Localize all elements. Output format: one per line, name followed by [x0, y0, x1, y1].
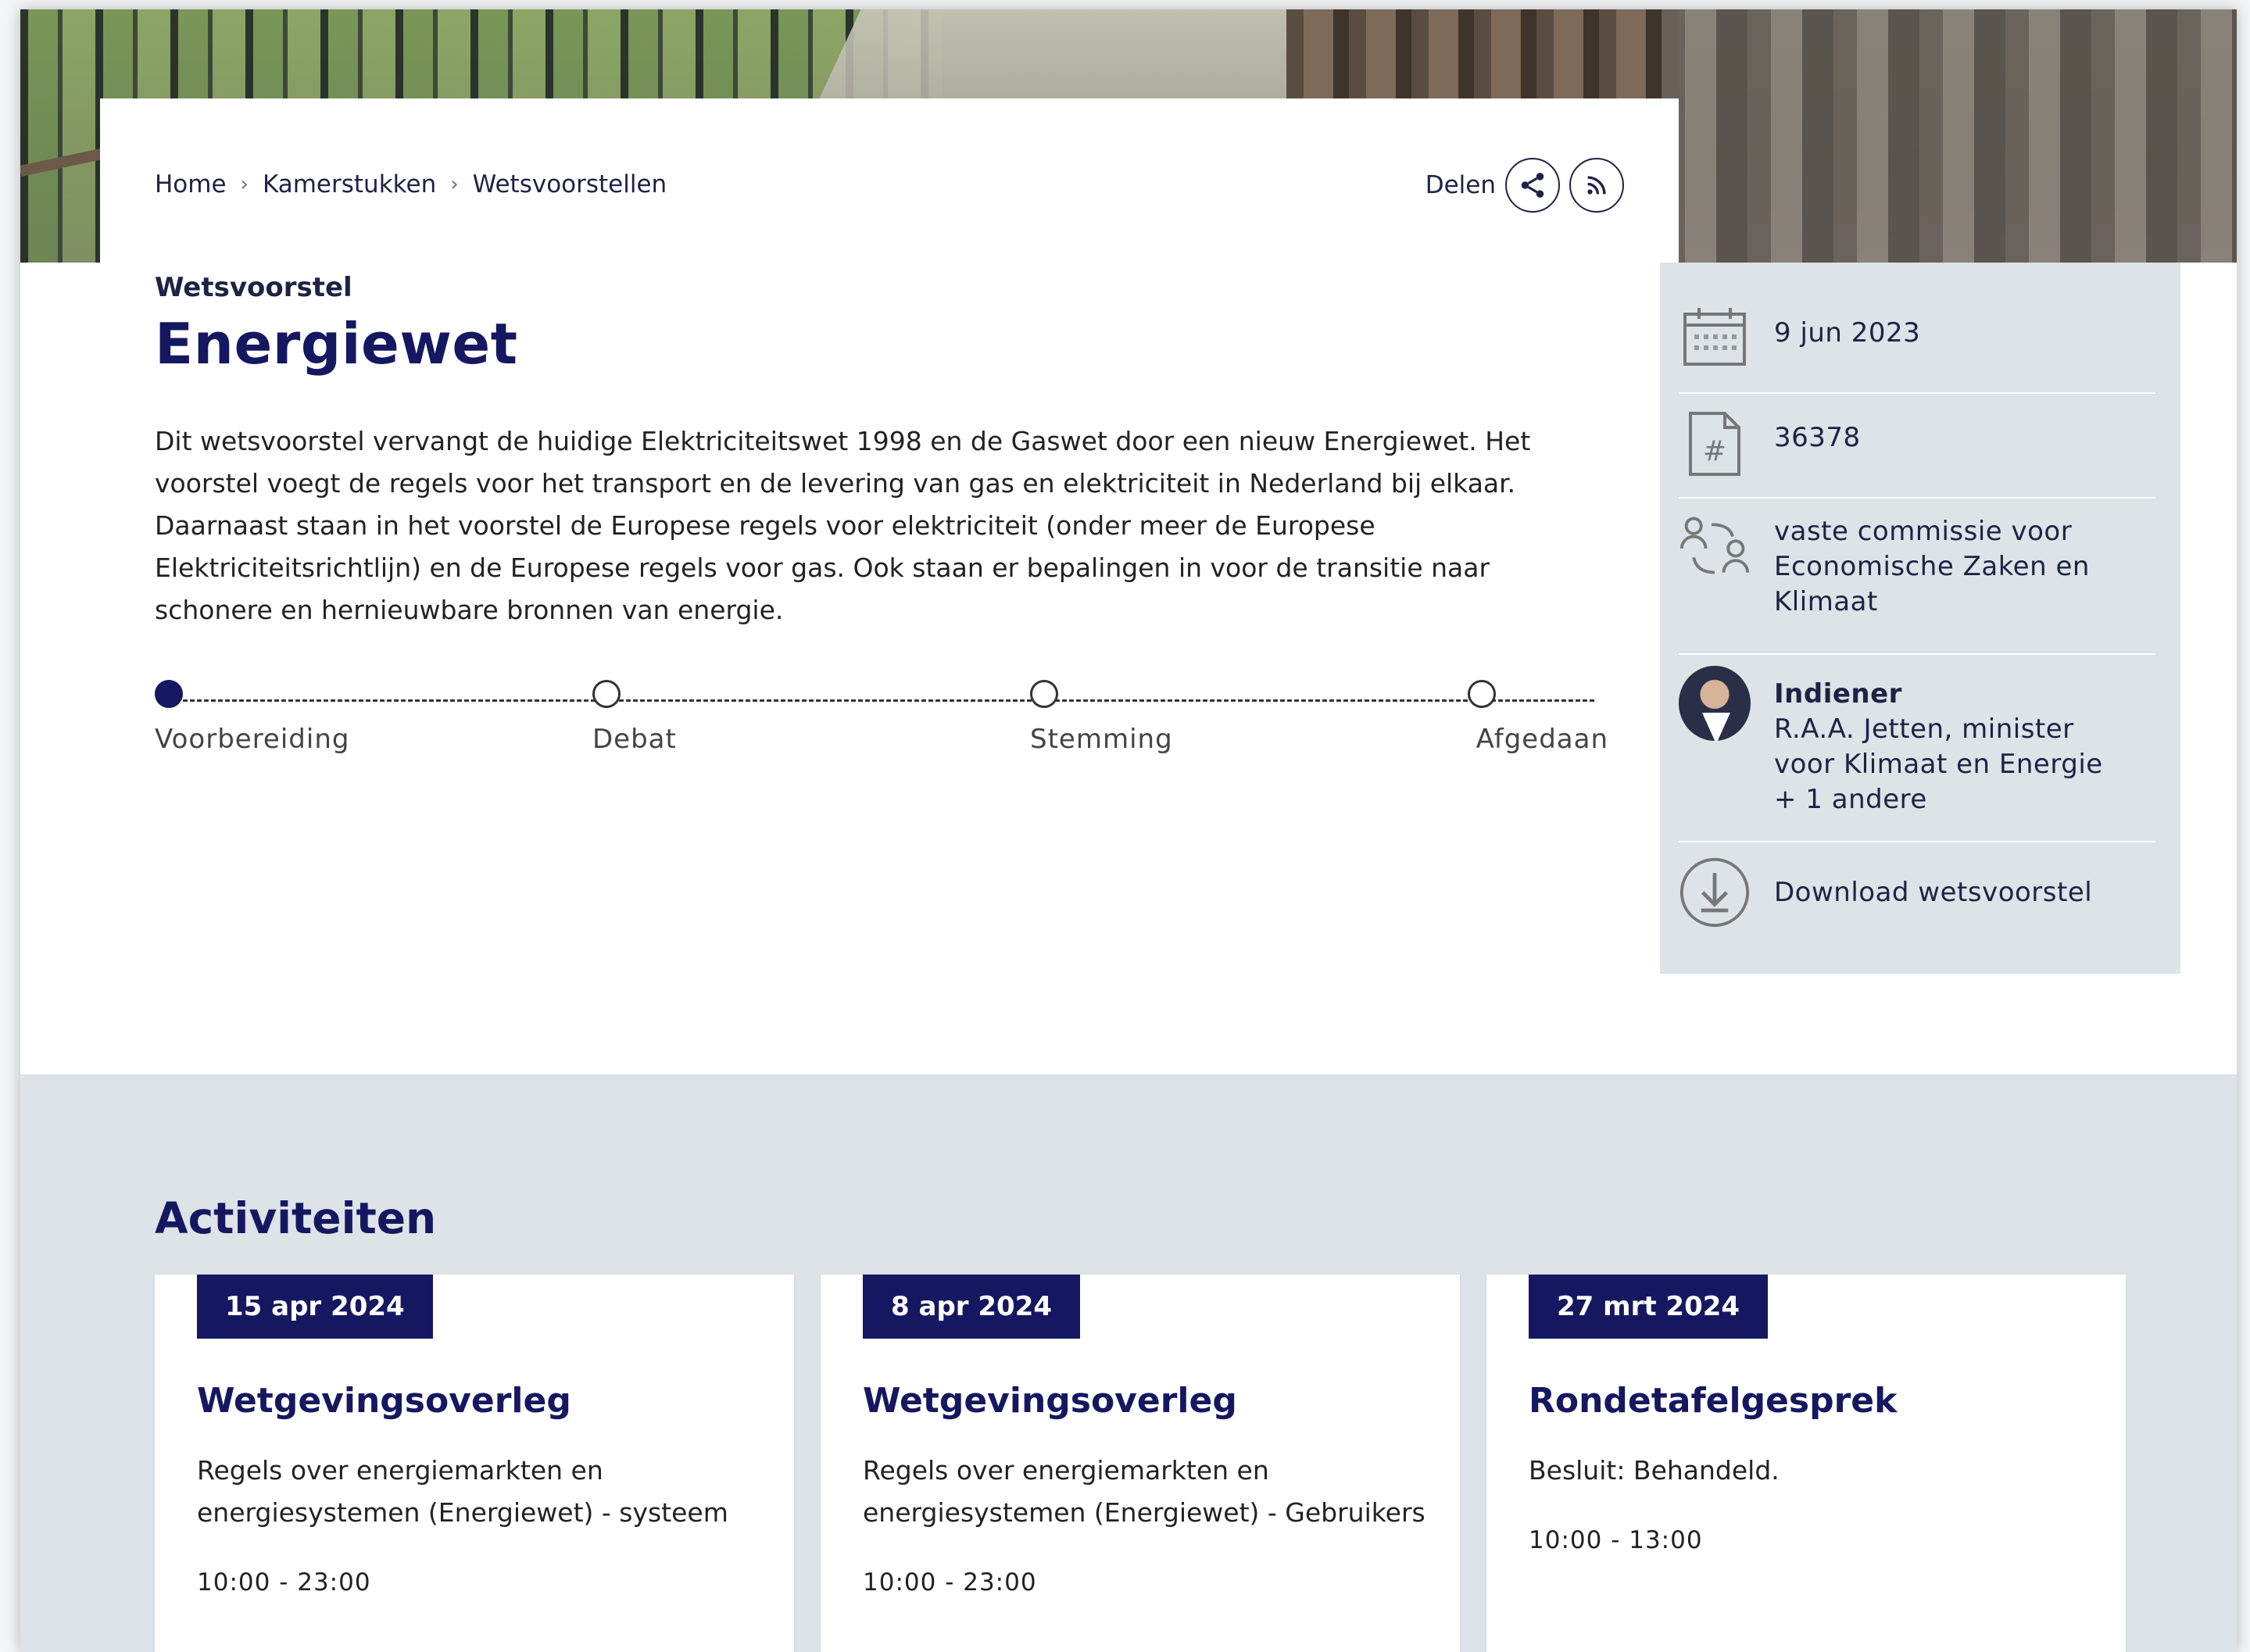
breadcrumb: Home › Kamerstukken › Wetsvoorstellen — [155, 170, 667, 198]
bill-sidebar: 9 jun 2023 # 36378 vaste commissie voor … — [1660, 263, 2180, 974]
sidebar-date: 9 jun 2023 — [1774, 317, 1921, 349]
progress-dot — [1468, 680, 1496, 708]
page-title: Energiewet — [155, 311, 518, 377]
share-label: Delen — [1425, 171, 1496, 199]
activity-title[interactable]: Wetgevingsoverleg — [863, 1381, 1237, 1421]
sidebar-number-row: # 36378 — [1679, 394, 2155, 499]
share-button[interactable] — [1505, 158, 1560, 213]
progress-step-debat: Debat — [592, 680, 676, 755]
activity-date: 27 mrt 2024 — [1529, 1275, 1769, 1339]
sidebar-committee[interactable]: vaste commissie voor Economische Zaken e… — [1774, 514, 2134, 620]
activity-time: 10:00 - 23:00 — [197, 1568, 371, 1597]
page-frame: Home › Kamerstukken › Wetsvoorstellen De… — [20, 9, 2237, 1652]
breadcrumb-wetsvoorstellen[interactable]: Wetsvoorstellen — [473, 170, 667, 198]
bill-description: Dit wetsvoorstel vervangt de huidige Ele… — [155, 426, 1531, 625]
progress-step-label: Stemming — [1030, 724, 1173, 755]
bill-progress: Voorbereiding Debat Stemming Afgedaan — [155, 680, 1608, 766]
calendar-icon — [1679, 300, 1751, 372]
progress-track — [169, 699, 1594, 702]
activity-card[interactable]: 8 apr 2024 Wetgevingsoverleg Regels over… — [821, 1275, 1460, 1652]
svg-text:#: # — [1703, 435, 1726, 467]
bill-main-card: Home › Kamerstukken › Wetsvoorstellen De… — [100, 98, 1679, 1079]
submitter-name[interactable]: R.A.A. Jetten, minister voor Klimaat en … — [1774, 713, 2103, 780]
committee-people-icon — [1679, 511, 1751, 583]
bill-kicker: Wetsvoorstel — [155, 272, 352, 303]
progress-dot — [592, 680, 621, 708]
submitter-avatar-wrap — [1679, 666, 1751, 741]
submitter-more[interactable]: + 1 andere — [1774, 784, 1927, 815]
sidebar-submitter-row: Indiener R.A.A. Jetten, minister voor Kl… — [1679, 655, 2155, 842]
submitter-label: Indiener — [1774, 678, 1902, 710]
breadcrumb-separator: › — [450, 173, 459, 196]
activity-time: 10:00 - 13:00 — [1529, 1526, 1703, 1554]
breadcrumb-separator: › — [240, 173, 249, 196]
progress-step-label: Voorbereiding — [155, 724, 350, 755]
progress-dot-active — [155, 680, 183, 708]
rss-button[interactable] — [1569, 158, 1624, 213]
avatar — [1679, 666, 1751, 741]
progress-step-label: Afgedaan — [1476, 724, 1608, 755]
activity-description: Regels over energiemarkten en energiesys… — [863, 1455, 1425, 1528]
sidebar-committee-row: vaste commissie voor Economische Zaken e… — [1679, 499, 2155, 655]
activity-card[interactable]: 15 apr 2024 Wetgevingsoverleg Regels ove… — [155, 1275, 794, 1652]
activities-title: Activiteiten — [155, 1193, 437, 1243]
document-number-icon: # — [1679, 408, 1751, 480]
share-bar: Delen — [1425, 158, 1624, 213]
progress-dot — [1030, 680, 1058, 708]
progress-step-label: Debat — [592, 724, 677, 755]
breadcrumb-kamerstukken[interactable]: Kamerstukken — [263, 170, 436, 198]
breadcrumb-home[interactable]: Home — [155, 170, 227, 198]
activity-title[interactable]: Wetgevingsoverleg — [197, 1381, 571, 1421]
share-icon — [1521, 173, 1544, 198]
hero-stone-wall — [1662, 9, 2237, 263]
rss-icon — [1587, 176, 1606, 195]
sidebar-date-row: 9 jun 2023 — [1679, 300, 2155, 394]
activity-card[interactable]: 27 mrt 2024 Rondetafelgesprek Besluit: B… — [1486, 1275, 2126, 1652]
download-link[interactable]: Download wetsvoorstel — [1774, 875, 2092, 910]
activity-description: Regels over energiemarkten en energiesys… — [197, 1455, 728, 1528]
progress-step-voorbereiding: Voorbereiding — [155, 680, 349, 755]
sidebar-submitter: Indiener R.A.A. Jetten, minister voor Kl… — [1774, 677, 2141, 817]
activities-section: Activiteiten 15 apr 2024 Wetgevingsoverl… — [20, 1075, 2237, 1652]
activity-date: 8 apr 2024 — [863, 1275, 1081, 1339]
download-icon[interactable] — [1679, 856, 1751, 928]
activity-date: 15 apr 2024 — [197, 1275, 433, 1339]
sidebar-number: 36378 — [1774, 422, 1861, 453]
activity-description: Besluit: Behandeld. — [1529, 1455, 1780, 1486]
progress-step-stemming: Stemming — [1030, 680, 1172, 755]
activity-time: 10:00 - 23:00 — [863, 1568, 1037, 1597]
sidebar-download-row[interactable]: Download wetsvoorstel — [1679, 842, 2155, 952]
activity-title[interactable]: Rondetafelgesprek — [1529, 1381, 1897, 1421]
progress-step-afgedaan: Afgedaan — [1468, 680, 1608, 755]
